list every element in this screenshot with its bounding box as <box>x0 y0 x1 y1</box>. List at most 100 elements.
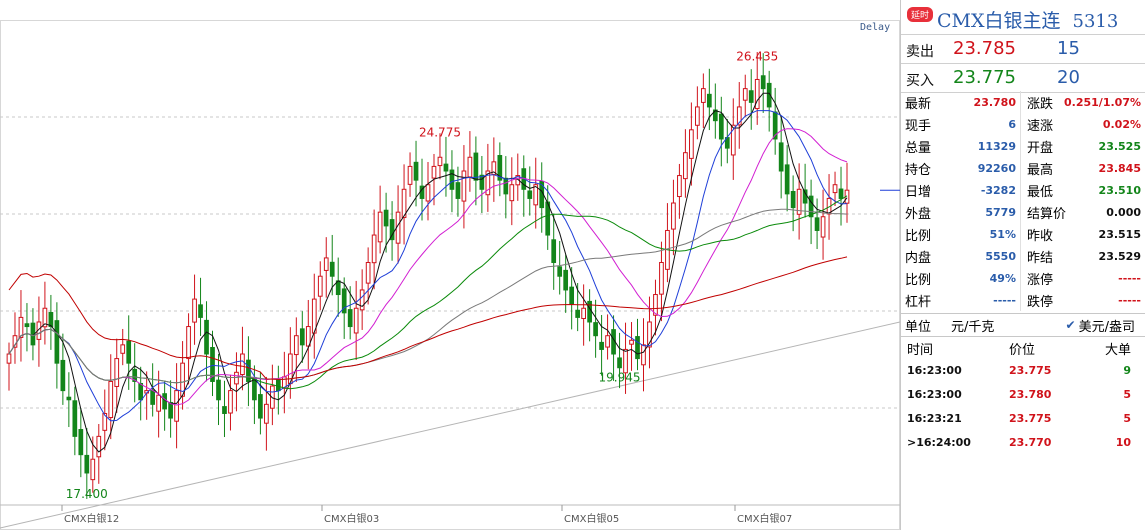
stat-label: 昨收 <box>1027 228 1054 244</box>
candle-body <box>114 358 120 387</box>
sell-label: 卖出 <box>906 44 934 60</box>
unit-option-label: 美元/盎司 <box>1078 319 1135 335</box>
candle-body <box>198 304 203 318</box>
plot-frame <box>0 20 900 530</box>
stat-value: 23.515 <box>1098 227 1141 241</box>
x-tick-label: CMX白银12 <box>64 512 119 525</box>
candle-body <box>760 75 766 90</box>
stats-row: 持仓 92260 最高 23.845 <box>901 157 1145 179</box>
stat-value: 23.529 <box>1098 249 1141 263</box>
candle-body <box>329 261 335 277</box>
stat-right: 涨跌 0.251/1.07% <box>1021 91 1145 113</box>
stat-label: 涨停 <box>1027 272 1054 288</box>
candle-body <box>371 234 377 264</box>
sell-row[interactable]: 卖出 23.785 15 <box>901 35 1145 64</box>
stat-value: 0.251/1.07% <box>1064 95 1141 109</box>
stats-row: 现手 6 速涨 0.02% <box>901 113 1145 135</box>
candle-body <box>551 239 557 264</box>
quote-panel: 延时 CMX白银主连 5313 卖出 23.785 15 买入 23.775 20… <box>900 0 1145 530</box>
candle-body <box>437 156 443 167</box>
stat-label: 跌停 <box>1027 294 1054 310</box>
candle-body <box>299 328 305 346</box>
candle-body <box>90 458 96 481</box>
stat-left: 外盘 5779 <box>901 201 1021 223</box>
trade-row: 16:23:00 23.775 9 <box>901 358 1145 382</box>
candle-body <box>413 161 419 181</box>
candle-body <box>78 429 84 456</box>
candle-body <box>443 163 449 172</box>
candle-body <box>838 188 844 199</box>
candle-body <box>814 217 820 231</box>
stat-value: 6 <box>1008 117 1016 131</box>
candle-body <box>258 394 263 419</box>
candle-body <box>377 211 383 243</box>
candle-body <box>150 389 156 405</box>
trade-time-text: 16:23:21 <box>907 411 962 425</box>
trade-volume: 5 <box>1123 411 1131 425</box>
trade-volume: 10 <box>1115 435 1131 449</box>
stats-row: 日增 -3282 最低 23.510 <box>901 179 1145 201</box>
kline-chart[interactable]: 17.400 24.775 19.945 26.435 CMX白银12 CMX白银03 CM… <box>0 0 900 530</box>
candle-body <box>689 129 694 159</box>
stat-label: 比例 <box>905 272 932 288</box>
stat-value: 51% <box>989 227 1016 241</box>
candle-body <box>204 319 209 355</box>
trade-marker: > <box>907 435 917 449</box>
kline-svg[interactable]: 17.400 24.775 19.945 26.435 CMX白银12 CMX白银03 CM… <box>0 0 900 530</box>
candle-body <box>742 88 748 101</box>
x-tick-label: CMX白银03 <box>324 512 379 525</box>
trades-body: 16:23:00 23.775 9 16:23:00 23.780 5 16:23:21 23… <box>901 358 1145 454</box>
stat-value: 23.525 <box>1098 139 1141 153</box>
candle-body <box>293 335 299 356</box>
candle-body <box>264 403 269 424</box>
trade-row: >16:24:00 23.770 10 <box>901 430 1145 454</box>
extreme-label: 17.400 <box>66 487 108 501</box>
stat-label: 比例 <box>905 228 932 244</box>
candle-body <box>527 190 533 199</box>
candle-body <box>120 344 126 354</box>
candle-body <box>84 454 90 474</box>
buy-label: 买入 <box>906 73 934 89</box>
trade-time: 16:23:00 <box>901 388 1001 401</box>
stats-row: 内盘 5550 昨结 23.529 <box>901 245 1145 267</box>
stat-label: 外盘 <box>905 206 932 222</box>
candle-body <box>509 184 515 202</box>
stat-left: 最新 23.780 <box>901 91 1021 113</box>
trade-row: 16:23:00 23.780 5 <box>901 382 1145 406</box>
stat-label: 总量 <box>905 140 932 156</box>
buy-row[interactable]: 买入 23.775 20 <box>901 64 1145 93</box>
sell-price: 23.785 <box>953 38 1016 59</box>
stat-right: 速涨 0.02% <box>1021 113 1145 135</box>
stat-label: 最高 <box>1027 162 1054 178</box>
candle-body <box>162 393 167 410</box>
unit-option[interactable]: ✔ 美元/盎司 <box>1066 316 1135 335</box>
stats-row: 比例 51% 昨收 23.515 <box>901 223 1145 245</box>
trade-row: 16:23:21 23.775 5 <box>901 406 1145 430</box>
candle-body <box>425 184 431 202</box>
candle-body <box>138 382 144 401</box>
stat-value: ----- <box>1118 271 1141 285</box>
buy-volume: 20 <box>1057 67 1080 88</box>
candle-body <box>718 113 724 140</box>
candle-body <box>629 339 634 345</box>
stat-right: 最高 23.845 <box>1021 157 1145 179</box>
candle-body <box>48 311 54 328</box>
stat-value: 0.000 <box>1106 205 1141 219</box>
extreme-label: 24.775 <box>419 126 461 140</box>
x-tick-label: CMX白银07 <box>737 512 792 525</box>
trade-price: 23.775 <box>1009 363 1052 377</box>
stat-left: 杠杆 ----- <box>901 289 1021 311</box>
stat-right: 昨结 23.529 <box>1021 245 1145 267</box>
stat-value: 23.780 <box>973 95 1016 109</box>
extreme-label: 19.945 <box>599 371 641 385</box>
delay-tag: 延时 <box>907 7 934 22</box>
candle-body <box>473 152 479 181</box>
header-price: 价位 <box>1009 342 1036 358</box>
stat-label: 最新 <box>905 96 932 112</box>
stat-value: 0.02% <box>1102 117 1141 131</box>
stat-value: 5550 <box>985 249 1016 263</box>
candle-body <box>563 269 569 291</box>
candle-body <box>347 309 353 328</box>
trade-price: 23.770 <box>1009 435 1052 449</box>
trade-volume: 9 <box>1123 363 1131 377</box>
